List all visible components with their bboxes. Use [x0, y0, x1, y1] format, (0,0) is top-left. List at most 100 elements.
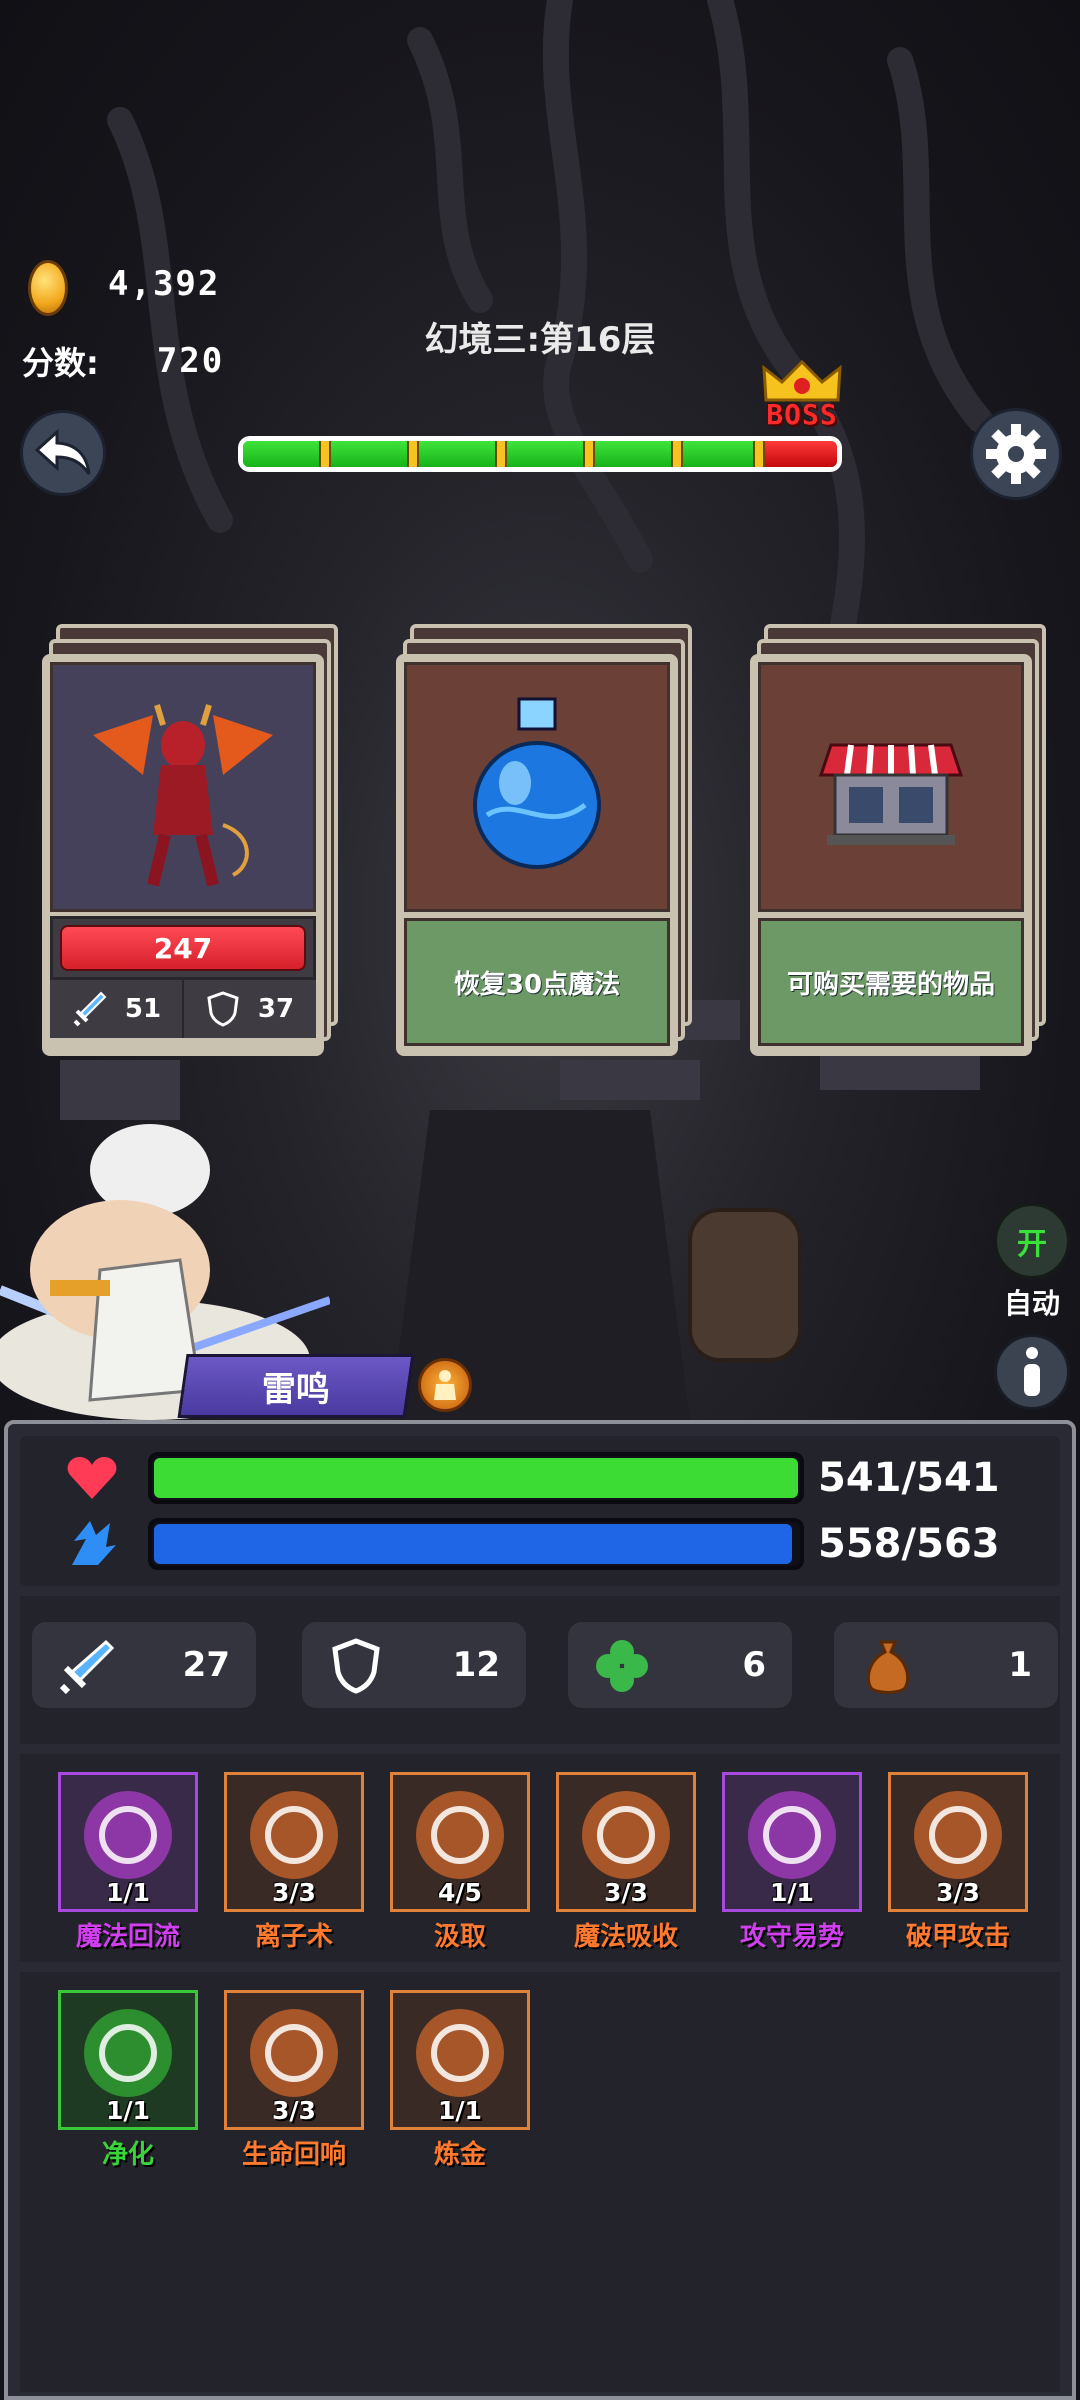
skill-purify[interactable]: 1/1 净化 [58, 1990, 198, 2171]
progress-checkpoint [495, 441, 507, 467]
boss-segment [757, 441, 837, 467]
monster-defense: 37 [184, 980, 316, 1038]
skill-icon-frame: 4/5 [390, 1772, 530, 1912]
shop-card[interactable]: 可购买需要的物品 [750, 624, 1046, 1056]
skill-alchemy[interactable]: 1/1 炼金 [390, 1990, 530, 2171]
skill-name: 生命回响 [241, 2140, 346, 2170]
skill-count: 3/3 [272, 1878, 316, 1907]
skill-row-2: 1/1 净化 3/3 生命回响 1/1 炼金 [20, 1972, 1060, 2392]
hp-bar-fill [154, 1458, 798, 1498]
level-title: 幻境三:第16层 [424, 320, 656, 360]
skill-count: 1/1 [770, 1878, 814, 1907]
skill-count: 4/5 [438, 1878, 482, 1907]
potion-description: 恢复30点魔法 [404, 918, 670, 1046]
settings-button[interactable] [970, 408, 1062, 500]
skill-name: 炼金 [433, 2140, 486, 2170]
progress-checkpoint [671, 441, 683, 467]
skill-magic-absorb[interactable]: 3/3 魔法吸收 [556, 1772, 696, 1953]
monster-attack-value: 51 [124, 994, 162, 1024]
mp-value: 558/563 [818, 1521, 1000, 1567]
monster-defense-value: 37 [257, 994, 295, 1024]
potion-art [404, 662, 670, 912]
monster-hp-bar: 247 [60, 925, 306, 971]
boss-label: BOSS [766, 398, 838, 431]
skill-name: 破甲攻击 [905, 1922, 1010, 1952]
skill-name: 魔法吸收 [573, 1922, 678, 1952]
skill-name: 魔法回流 [75, 1922, 180, 1952]
shop-description: 可购买需要的物品 [758, 918, 1024, 1046]
stat-luck[interactable]: 6 [568, 1622, 792, 1708]
stat-attack[interactable]: 27 [32, 1622, 256, 1708]
person-icon [434, 1370, 456, 1400]
shop-art [758, 662, 1024, 912]
skill-count: 3/3 [272, 2096, 316, 2125]
hero-name: 雷鸣 [262, 1369, 330, 1410]
monster-hp-value: 247 [153, 931, 213, 965]
auto-label: 自动 [1003, 1287, 1060, 1320]
skill-icon-frame: 1/1 [390, 1990, 530, 2130]
skill-ion[interactable]: 3/3 离子术 [224, 1772, 364, 1953]
skill-count: 3/3 [604, 1878, 648, 1907]
monster-card[interactable]: 247 51 37 [42, 624, 338, 1056]
potion-icon [473, 697, 601, 869]
skill-magic-flow[interactable]: 1/1 魔法回流 [58, 1772, 198, 1953]
money-bag-icon [860, 1638, 916, 1694]
skill-count: 1/1 [106, 2096, 150, 2125]
demon-portrait [50, 662, 316, 912]
skill-count: 3/3 [936, 1878, 980, 1907]
potion-card[interactable]: 恢复30点魔法 [396, 624, 692, 1056]
skill-armor-break[interactable]: 3/3 破甲攻击 [888, 1772, 1028, 1953]
skill-name: 净化 [101, 2140, 154, 2170]
skill-icon-frame: 1/1 [58, 1772, 198, 1912]
skill-icon-frame: 3/3 [224, 1990, 364, 2130]
monster-hp-panel: 247 [50, 916, 316, 980]
vital-bars: 541/541 558/563 [20, 1436, 1060, 1586]
monster-attack: 51 [50, 980, 184, 1038]
mana-icon [72, 1521, 116, 1565]
stat-defense[interactable]: 12 [302, 1622, 526, 1708]
skill-name: 汲取 [433, 1922, 486, 1952]
sword-icon [73, 991, 107, 1027]
skill-life-echo[interactable]: 3/3 生命回响 [224, 1990, 364, 2171]
hp-value: 541/541 [818, 1455, 1000, 1501]
hero-class-badge[interactable] [418, 1358, 472, 1412]
sword-icon [58, 1638, 114, 1694]
info-button[interactable] [994, 1334, 1070, 1410]
player-panel: 541/541 558/563 27 12 6 1 1/1 魔法回流 3/3 离… [4, 1420, 1076, 2400]
clover-icon [594, 1638, 650, 1694]
shield-icon [328, 1638, 384, 1694]
skill-shield-swap[interactable]: 1/1 攻守易势 [722, 1772, 862, 1953]
mp-row: 558/563 [66, 1518, 1000, 1570]
coin-value: 4,392 [108, 264, 221, 304]
skill-icon-frame: 3/3 [224, 1772, 364, 1912]
progress-checkpoint [407, 441, 419, 467]
mp-bar-fill [154, 1524, 793, 1564]
back-arrow-icon [35, 428, 91, 475]
progress-checkpoint [319, 441, 331, 467]
skill-name: 离子术 [254, 1922, 333, 1952]
mp-bar [148, 1518, 804, 1570]
skill-count: 1/1 [106, 1878, 150, 1907]
gear-icon [986, 424, 1046, 484]
info-icon [1024, 1347, 1040, 1396]
skill-count: 1/1 [438, 2096, 482, 2125]
skill-icon-frame: 3/3 [888, 1772, 1028, 1912]
monster-stats: 51 37 [50, 980, 316, 1038]
auto-toggle-button[interactable]: 开 [994, 1203, 1070, 1279]
defense-value: 12 [452, 1645, 500, 1685]
skill-drain[interactable]: 4/5 汲取 [390, 1772, 530, 1953]
back-button[interactable] [20, 410, 106, 496]
floor-progress-bar [238, 436, 842, 472]
bag-value: 1 [1008, 1645, 1032, 1685]
skill-icon-frame: 3/3 [556, 1772, 696, 1912]
attack-value: 27 [182, 1645, 230, 1685]
auto-toggle-state: 开 [1017, 1227, 1047, 1262]
progress-checkpoint [753, 441, 765, 467]
heart-icon [67, 1457, 117, 1499]
hp-row: 541/541 [66, 1452, 1000, 1504]
stat-bag[interactable]: 1 [834, 1622, 1058, 1708]
coin-counter: 4,392 [28, 258, 218, 318]
skill-name: 攻守易势 [739, 1922, 844, 1952]
hp-bar [148, 1452, 804, 1504]
stat-row: 27 12 6 1 [20, 1596, 1060, 1744]
